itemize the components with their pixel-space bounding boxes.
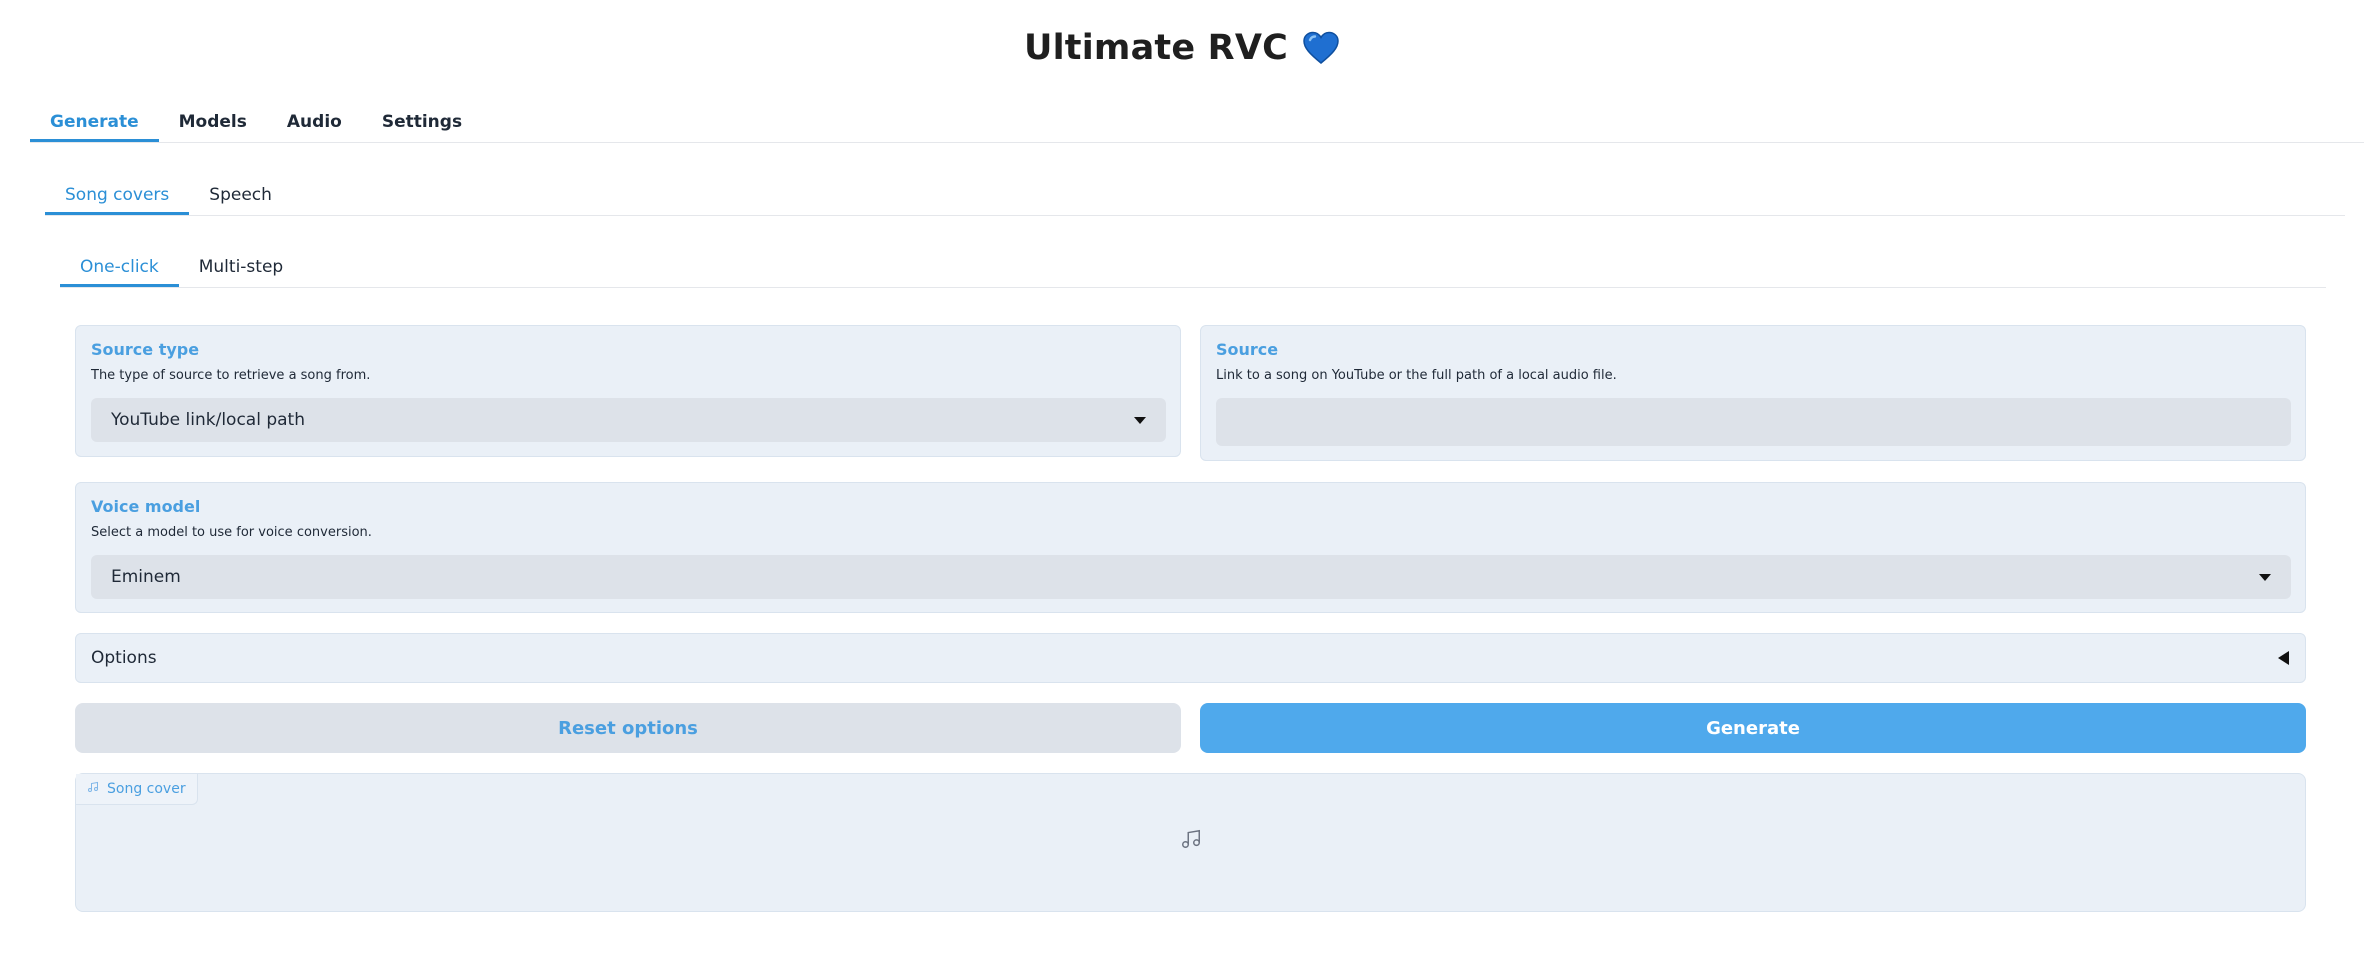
source-input[interactable] <box>1216 398 2291 446</box>
song-cover-label: Song cover <box>107 781 186 797</box>
source-type-value: YouTube link/local path <box>111 410 305 430</box>
voice-model-dropdown[interactable]: Eminem <box>91 555 2291 599</box>
collapse-arrow-icon <box>2278 651 2289 665</box>
source-type-info: The type of source to retrieve a song fr… <box>91 368 371 383</box>
app-root: Ultimate RVC Generate Models Audio Setti… <box>0 0 2364 965</box>
reset-options-button[interactable]: Reset options <box>75 703 1181 753</box>
voice-model-panel: Voice model Select a model to use for vo… <box>75 482 2306 613</box>
music-note-small-icon <box>87 781 99 797</box>
voice-model-label: Voice model <box>91 497 201 516</box>
source-info: Link to a song on YouTube or the full pa… <box>1216 368 1617 383</box>
song-cover-mode-tabs: One-click Multi-step <box>60 249 2326 288</box>
voice-model-info: Select a model to use for voice conversi… <box>91 525 372 540</box>
main-tabs: Generate Models Audio Settings <box>30 104 2364 143</box>
source-label: Source <box>1216 340 1279 359</box>
tab-generate[interactable]: Generate <box>30 104 159 142</box>
tab-settings[interactable]: Settings <box>362 104 482 142</box>
options-label: Options <box>91 648 157 668</box>
tab-audio[interactable]: Audio <box>267 104 362 142</box>
options-accordion[interactable]: Options <box>75 633 2306 683</box>
generate-sub-tabs: Song covers Speech <box>45 177 2345 216</box>
header: Ultimate RVC <box>0 28 2364 68</box>
source-type-panel: Source type The type of source to retrie… <box>75 325 1181 457</box>
tab-multi-step[interactable]: Multi-step <box>179 249 303 287</box>
song-cover-output: Song cover <box>75 773 2306 912</box>
tab-song-covers[interactable]: Song covers <box>45 177 190 215</box>
heart-icon <box>1302 31 1340 65</box>
chevron-down-icon <box>2259 573 2271 581</box>
voice-model-value: Eminem <box>111 567 181 587</box>
page-title: Ultimate RVC <box>1023 28 1288 68</box>
song-cover-tag: Song cover <box>76 774 198 805</box>
source-type-dropdown[interactable]: YouTube link/local path <box>91 398 1166 442</box>
music-note-icon <box>1180 828 1202 854</box>
source-type-label: Source type <box>91 340 200 359</box>
source-panel: Source Link to a song on YouTube or the … <box>1200 325 2306 461</box>
generate-button[interactable]: Generate <box>1200 703 2306 753</box>
chevron-down-icon <box>1134 416 1146 424</box>
tab-one-click[interactable]: One-click <box>60 249 179 287</box>
tab-speech[interactable]: Speech <box>189 177 292 215</box>
tab-models[interactable]: Models <box>159 104 267 142</box>
